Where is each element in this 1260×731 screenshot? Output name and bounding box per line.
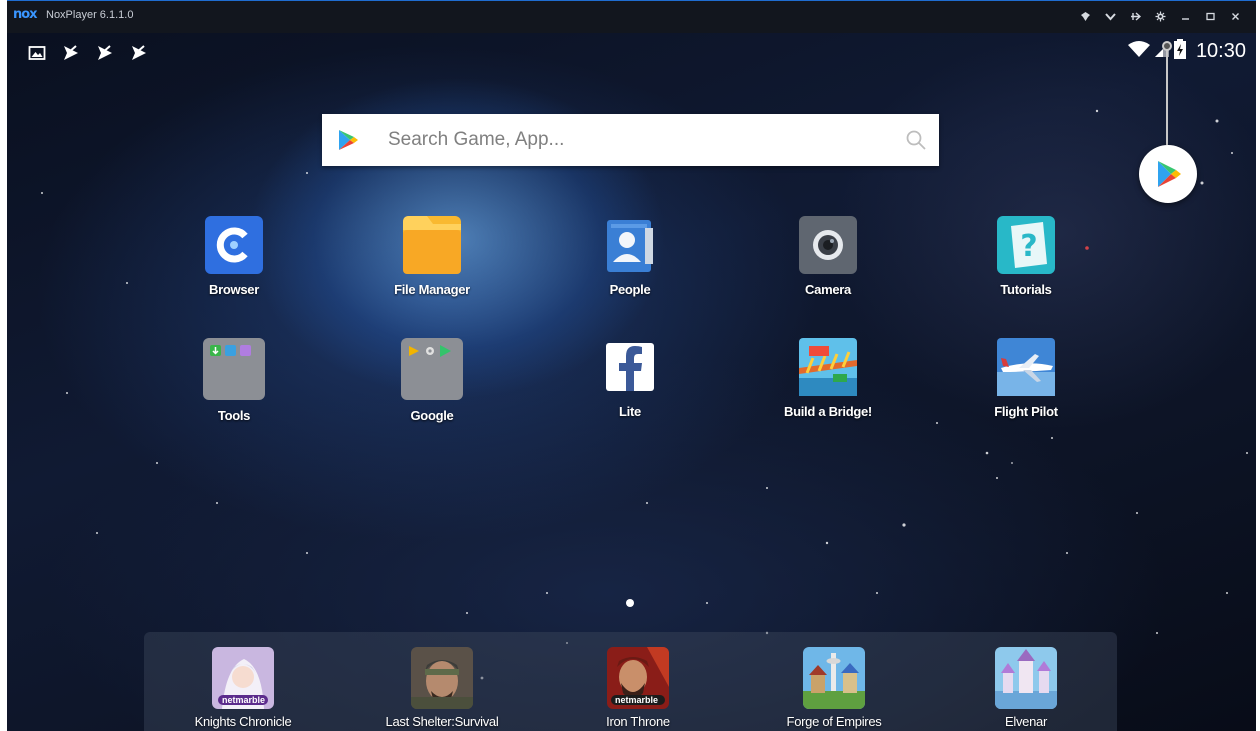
- app-elvenar[interactable]: Elvenar: [956, 647, 1096, 729]
- nox-player-window: nox NoxPlayer 6.1.1.0 10:30 Search Game,…: [7, 0, 1256, 731]
- app-label: Flight Pilot: [994, 404, 1058, 419]
- app-label: Forge of Empires: [786, 714, 882, 729]
- minimize-icon[interactable]: [1177, 8, 1194, 25]
- app-label: Last Shelter:Survival: [385, 714, 499, 729]
- maximize-icon[interactable]: [1202, 8, 1219, 25]
- app-label: File Manager: [394, 282, 470, 297]
- last-shelter-icon: [411, 647, 473, 709]
- android-status-bar: 10:30: [7, 33, 1256, 73]
- status-icons: 10:30: [1127, 39, 1246, 64]
- svg-text:?: ?: [1020, 229, 1037, 264]
- tools-folder-icon: [203, 338, 265, 400]
- app-title: NoxPlayer 6.1.1.0: [46, 9, 134, 21]
- app-last-shelter-survival[interactable]: Last Shelter:Survival: [372, 647, 512, 729]
- app-label: Tools: [217, 408, 251, 423]
- fab-tether-knob: [1162, 41, 1172, 51]
- app-label: Google: [410, 408, 454, 423]
- fab-tether-line: [1166, 45, 1168, 145]
- app-label: Camera: [805, 282, 851, 297]
- iron-throne-icon: netmarble: [607, 647, 669, 709]
- google-folder-icon: [401, 338, 463, 400]
- app-label: Build a Bridge!: [784, 404, 872, 419]
- nox-logo: nox: [13, 7, 38, 22]
- bridge-game-icon: [799, 338, 857, 396]
- facebook-icon: [601, 338, 659, 396]
- app-browser[interactable]: Browser: [164, 216, 304, 297]
- app-label: Tutorials: [1000, 282, 1052, 297]
- app-label: Lite: [619, 404, 641, 419]
- app-label: Elvenar: [1005, 714, 1047, 729]
- app-tutorials[interactable]: ? Tutorials: [956, 216, 1096, 297]
- browser-icon: [205, 216, 263, 274]
- knights-chronicle-icon: netmarble: [212, 647, 274, 709]
- search-icon[interactable]: [905, 129, 927, 156]
- search-placeholder: Search Game, App...: [388, 129, 565, 150]
- app-notification-icon[interactable]: [130, 44, 148, 62]
- app-tools-folder[interactable]: Tools: [164, 338, 304, 423]
- dock: netmarble Knights Chronicle Last Shelter…: [144, 632, 1117, 731]
- app-label: Iron Throne: [606, 714, 670, 729]
- dropdown-icon[interactable]: [1102, 8, 1119, 25]
- publisher-badge: netmarble: [615, 695, 659, 705]
- tutorials-icon: ?: [997, 216, 1055, 274]
- app-notification-icon[interactable]: [62, 44, 80, 62]
- wifi-icon: [1127, 40, 1150, 63]
- app-file-manager[interactable]: File Manager: [362, 216, 502, 297]
- battery-charging-icon: [1173, 39, 1186, 64]
- app-knights-chronicle[interactable]: netmarble Knights Chronicle: [173, 647, 313, 729]
- contacts-icon: [601, 216, 659, 274]
- play-store-icon: [1158, 161, 1181, 187]
- app-label: Knights Chronicle: [194, 714, 292, 729]
- page-indicator: [626, 599, 634, 607]
- app-people[interactable]: People: [560, 216, 700, 297]
- app-label: Browser: [209, 282, 259, 297]
- app-build-a-bridge[interactable]: Build a Bridge!: [758, 338, 898, 419]
- title-bar[interactable]: nox NoxPlayer 6.1.1.0: [7, 0, 1256, 33]
- airplane-icon: [997, 338, 1055, 396]
- app-forge-of-empires[interactable]: Forge of Empires: [764, 647, 904, 729]
- play-store-button[interactable]: [1139, 145, 1197, 203]
- clock: 10:30: [1195, 40, 1246, 62]
- settings-icon[interactable]: [1152, 8, 1169, 25]
- app-notification-icon[interactable]: [96, 44, 114, 62]
- image-notification-icon[interactable]: [28, 44, 46, 62]
- camera-icon: [799, 216, 857, 274]
- app-camera[interactable]: Camera: [758, 216, 898, 297]
- app-facebook-lite[interactable]: Lite: [560, 338, 700, 419]
- close-icon[interactable]: [1227, 8, 1244, 25]
- app-iron-throne[interactable]: netmarble Iron Throne: [568, 647, 708, 729]
- elvenar-icon: [995, 647, 1057, 709]
- folder-icon: [403, 216, 461, 274]
- publisher-badge: netmarble: [222, 695, 266, 705]
- forge-of-empires-icon: [803, 647, 865, 709]
- app-google-folder[interactable]: Google: [362, 338, 502, 423]
- expand-icon[interactable]: [1127, 8, 1144, 25]
- app-label: People: [609, 282, 651, 297]
- window-controls: [1077, 8, 1244, 25]
- android-home-screen: 10:30 Search Game, App... Browser File M…: [7, 33, 1256, 731]
- pin-icon[interactable]: [1077, 8, 1094, 25]
- search-bar[interactable]: Search Game, App...: [322, 114, 939, 166]
- app-flight-pilot[interactable]: Flight Pilot: [956, 338, 1096, 419]
- play-store-icon: [336, 128, 360, 157]
